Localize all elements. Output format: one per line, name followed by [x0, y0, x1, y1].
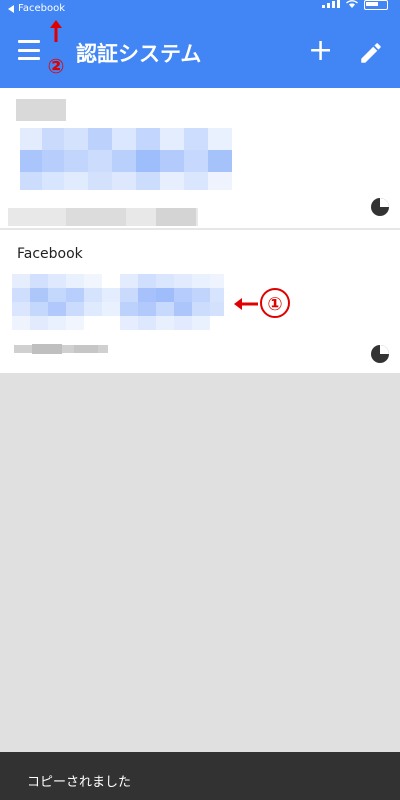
battery-icon	[364, 0, 388, 10]
timer-pie-icon	[371, 198, 389, 216]
blurred-account-label	[14, 344, 108, 354]
wifi-icon	[346, 0, 358, 8]
timer-pie-icon	[371, 345, 389, 363]
back-triangle-icon	[8, 4, 14, 13]
edit-pencil-icon[interactable]	[358, 40, 384, 66]
account-card[interactable]	[0, 88, 400, 228]
snackbar: コピーされました	[0, 752, 400, 800]
status-back-to-app[interactable]: Facebook	[8, 3, 65, 14]
snackbar-message: コピーされました	[27, 775, 132, 790]
status-indicators	[322, 0, 388, 10]
annotation-marker-1: ①	[260, 288, 290, 318]
annotation-marker-2: ②	[47, 54, 65, 78]
annotation-left-arrow-icon	[234, 298, 258, 310]
menu-button[interactable]	[18, 40, 40, 60]
hamburger-icon	[18, 40, 40, 43]
annotation-up-arrow-icon	[50, 20, 62, 42]
status-back-label: Facebook	[18, 3, 65, 14]
app-title: 認証システム	[76, 42, 202, 66]
account-issuer-name: Facebook	[17, 246, 83, 262]
cellular-signal-icon	[322, 0, 340, 8]
blurred-otp-code	[12, 274, 224, 330]
blurred-account-info	[8, 99, 232, 226]
account-card-facebook[interactable]: Facebook ①	[0, 230, 400, 373]
add-account-button[interactable]: +	[308, 36, 333, 66]
